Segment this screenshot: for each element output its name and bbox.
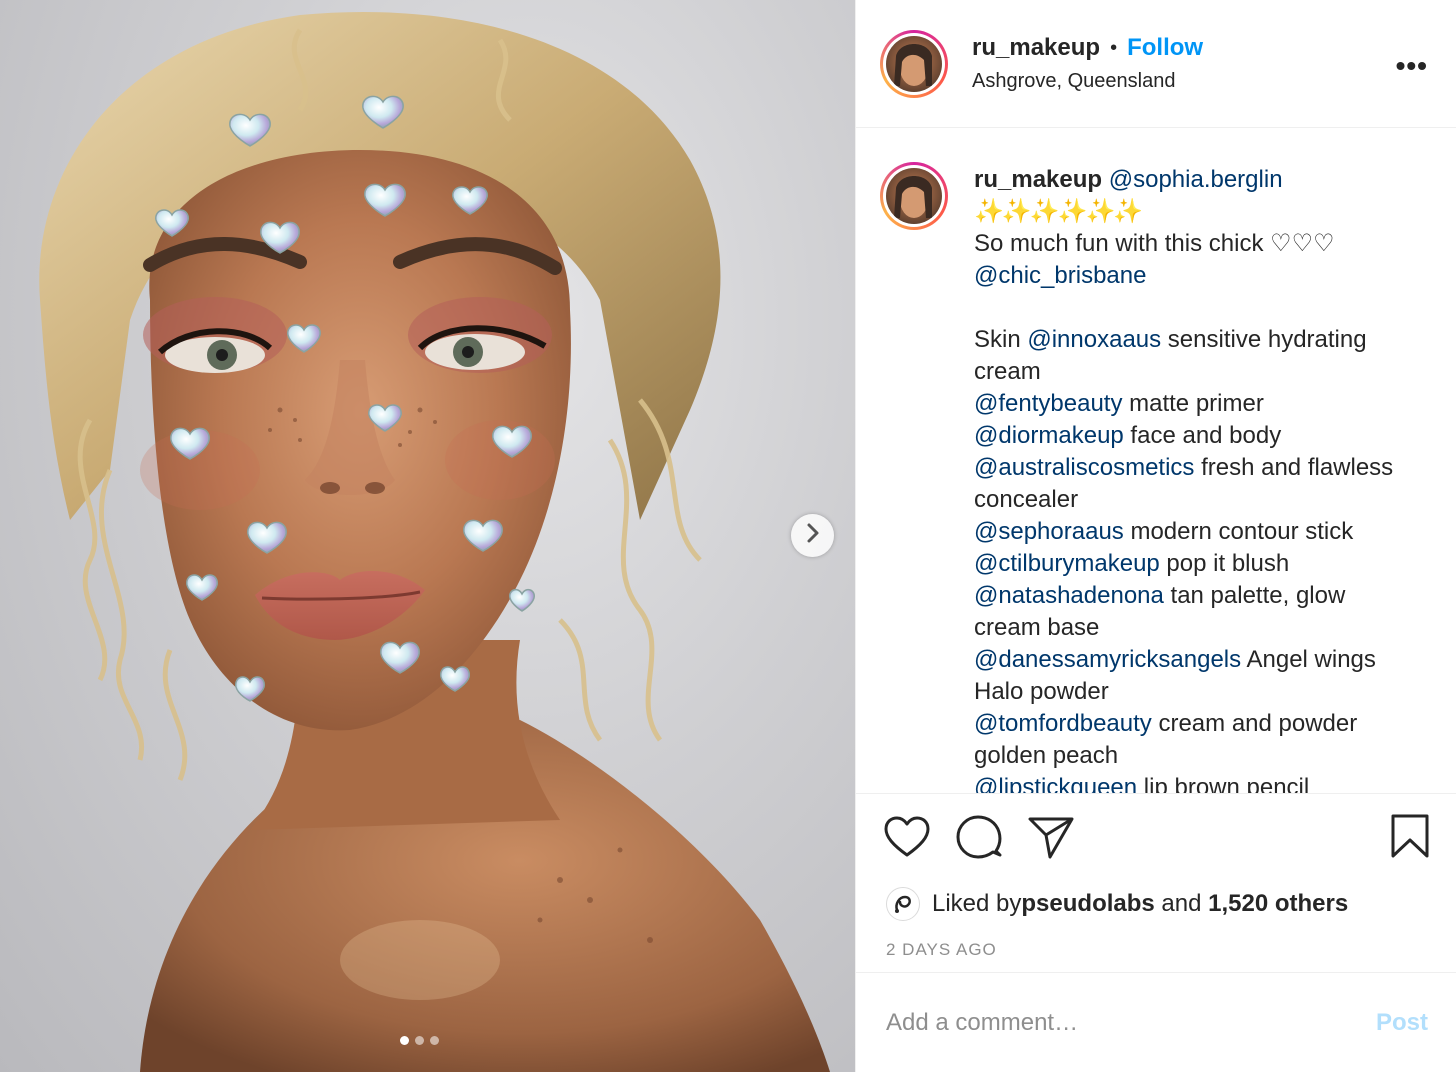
- follow-button[interactable]: Follow: [1127, 34, 1203, 62]
- author-avatar[interactable]: [880, 29, 948, 98]
- caption-line: @tomfordbeauty cream and powder golden p…: [974, 708, 1414, 772]
- caption-line: @diormakeup face and body: [974, 420, 1414, 452]
- caption-line: Skin @innoxaaus sensitive hydrating crea…: [974, 324, 1414, 388]
- carousel-dot: [415, 1036, 424, 1045]
- next-slide-button[interactable]: [791, 514, 834, 557]
- caption-mention-link[interactable]: @australiscosmetics: [974, 454, 1194, 481]
- carousel-dot: [430, 1036, 439, 1045]
- caption-line: @natashadenona tan palette, glow cream b…: [974, 580, 1414, 644]
- post-details-panel: ru_makeup • Follow Ashgrove, Queensland …: [855, 0, 1456, 1072]
- caption-mention-link[interactable]: @fentybeauty: [974, 390, 1122, 417]
- caption-mention-link[interactable]: @diormakeup: [974, 422, 1124, 449]
- caption-line: @ctilburymakeup pop it blush: [974, 548, 1414, 580]
- caption-line: @australiscosmetics fresh and flawless c…: [974, 452, 1414, 516]
- paper-plane-icon[interactable]: [1028, 815, 1074, 864]
- caption-mention-link[interactable]: @chic_brisbane: [974, 262, 1146, 289]
- likes-prefix: Liked by: [932, 890, 1022, 917]
- caption-line: @danessamyricksangels Angel wings Halo p…: [974, 644, 1414, 708]
- caption-text: modern contour stick: [1123, 518, 1354, 545]
- caption-mention-link[interactable]: @tomfordbeauty: [974, 710, 1152, 737]
- caption-mention-link[interactable]: @innoxaaus: [1027, 326, 1161, 353]
- author-username[interactable]: ru_makeup: [972, 34, 1100, 62]
- carousel-dot-active: [400, 1036, 409, 1045]
- caption-text: Skin: [974, 326, 1028, 353]
- comment-input[interactable]: [886, 1008, 1376, 1037]
- action-bar: [856, 794, 1456, 884]
- bookmark-icon[interactable]: [1390, 813, 1430, 864]
- caption-username[interactable]: ru_makeup: [974, 166, 1102, 193]
- caption-text: So much fun with this chick ♡♡♡: [974, 230, 1335, 257]
- heart-icon[interactable]: [884, 816, 930, 863]
- caption-line: @sephoraaus modern contour stick: [974, 516, 1414, 548]
- caption-section: ru_makeup @sophia.berglin ✨✨✨✨✨✨ So much f…: [856, 128, 1456, 794]
- caption-line: So much fun with this chick ♡♡♡: [974, 228, 1414, 260]
- portrait-illustration: [39, 11, 830, 1072]
- instagram-post: ru_makeup • Follow Ashgrove, Queensland …: [0, 0, 1456, 1072]
- caption-text: pop it blush: [1159, 550, 1290, 577]
- caption-mention-link[interactable]: @sephoraaus: [974, 518, 1124, 545]
- liker-username[interactable]: pseudolabs: [1021, 890, 1154, 918]
- carousel-indicator: [400, 1036, 439, 1045]
- more-options-icon[interactable]: •••: [1396, 50, 1428, 82]
- caption-line: @lipstickqueen lip brown pencil: [974, 772, 1414, 794]
- post-timestamp[interactable]: 2 DAYS AGO: [856, 940, 1456, 970]
- post-location[interactable]: Ashgrove, Queensland: [972, 70, 1203, 93]
- caption-line: @fentybeauty matte primer: [974, 388, 1414, 420]
- caption-mention-link[interactable]: @danessamyricksangels: [974, 646, 1241, 673]
- post-header: ru_makeup • Follow Ashgrove, Queensland …: [856, 0, 1456, 128]
- likes-middle: and: [1154, 890, 1209, 917]
- liker-avatar[interactable]: [886, 887, 920, 921]
- caption-mention-link[interactable]: @sophia.berglin: [1109, 166, 1283, 193]
- likes-summary: Liked by pseudolabs and 1,520 others: [856, 884, 1456, 924]
- caption-mention-link[interactable]: @ctilburymakeup: [974, 550, 1160, 577]
- caption-text: lip brown pencil: [1137, 774, 1310, 794]
- caption-text: face and body: [1123, 422, 1282, 449]
- caption-mention-link[interactable]: @natashadenona: [974, 582, 1164, 609]
- comment-bar: Post: [856, 972, 1456, 1072]
- caption-line: ✨✨✨✨✨✨: [974, 196, 1414, 228]
- caption-author-avatar[interactable]: [880, 162, 948, 230]
- chevron-right-icon: [806, 522, 820, 549]
- caption-text: matte primer: [1122, 390, 1264, 417]
- post-caption: ru_makeup @sophia.berglin ✨✨✨✨✨✨ So much f…: [974, 164, 1414, 793]
- caption-sparkles: ✨✨✨✨✨✨: [974, 198, 1143, 225]
- caption-mention-link[interactable]: @lipstickqueen: [974, 774, 1137, 793]
- caption-line: @chic_brisbane: [974, 260, 1414, 292]
- likes-count[interactable]: 1,520 others: [1208, 890, 1348, 918]
- post-photo[interactable]: [0, 0, 855, 1072]
- separator-bullet: •: [1110, 36, 1118, 59]
- post-comment-button[interactable]: Post: [1376, 1009, 1428, 1037]
- comment-icon[interactable]: [956, 815, 1002, 866]
